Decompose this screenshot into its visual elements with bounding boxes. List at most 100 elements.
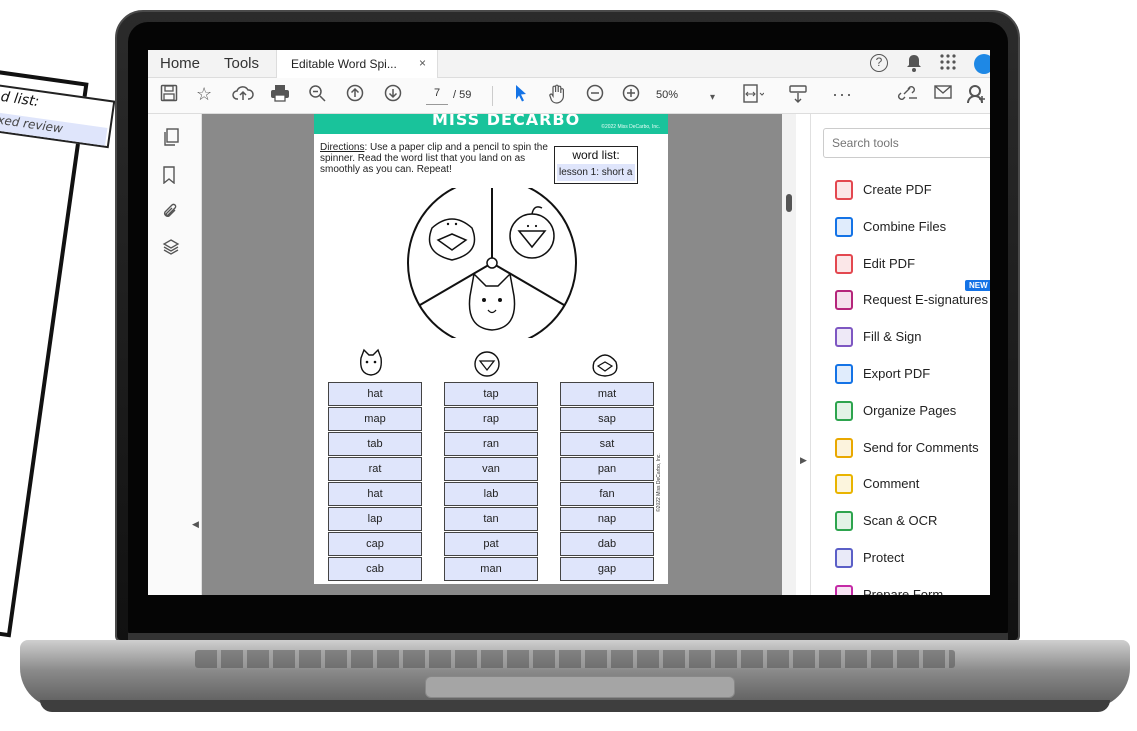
help-icon[interactable]: ? (870, 54, 888, 72)
word-cell[interactable]: rap (444, 407, 538, 431)
scrollbar-thumb[interactable] (786, 194, 792, 212)
tool-label: Combine Files (863, 218, 947, 234)
print-icon[interactable] (270, 84, 290, 106)
tool-export-pdf[interactable]: Export PDF (823, 360, 990, 388)
bell-icon[interactable] (906, 54, 922, 76)
word-cell[interactable]: man (444, 557, 538, 581)
apps-grid-icon[interactable] (940, 54, 956, 74)
word-column-cat: hat map tab rat hat lap cap cab (328, 382, 422, 582)
page-thumbnails-icon[interactable] (162, 128, 180, 151)
word-cell[interactable]: gap (560, 557, 654, 581)
word-cell[interactable]: mat (560, 382, 654, 406)
word-cell[interactable]: van (444, 457, 538, 481)
tool-scan-ocr[interactable]: Scan & OCR (823, 507, 990, 535)
share-link-icon[interactable] (896, 84, 918, 106)
combine-files-icon (835, 216, 853, 237)
tool-edit-pdf[interactable]: Edit PDF (823, 250, 990, 278)
tool-comment[interactable]: Comment (823, 470, 990, 498)
background-worksheet: d list: xed review (0, 62, 116, 638)
previous-page-icon[interactable] (346, 84, 364, 106)
close-tab-icon[interactable]: × (419, 56, 426, 70)
create-pdf-icon (835, 180, 853, 200)
vertical-scrollbar[interactable] (782, 114, 796, 595)
send-comments-icon (835, 437, 853, 458)
zoom-search-icon[interactable] (308, 84, 326, 106)
word-cell[interactable]: sat (560, 432, 654, 456)
word-cell[interactable]: pat (444, 532, 538, 556)
zoom-chevron-down-icon[interactable]: ▾ (710, 88, 715, 108)
tool-fill-sign[interactable]: Fill & Sign (823, 323, 990, 351)
tool-label: Export PDF (863, 366, 931, 381)
word-cell[interactable]: sap (560, 407, 654, 431)
tool-prepare-form[interactable]: Prepare Form (823, 581, 990, 595)
word-cell[interactable]: hat (328, 382, 422, 406)
tool-protect[interactable]: Protect (823, 544, 990, 572)
star-icon[interactable]: ☆ (196, 84, 212, 104)
attachment-icon[interactable] (162, 202, 178, 225)
brand-name: MISS DECARBO (432, 114, 581, 129)
tool-request-e-signatures[interactable]: Request E-signatures NEW (823, 280, 990, 314)
word-cell[interactable]: cab (328, 557, 422, 581)
word-cell[interactable]: hat (328, 482, 422, 506)
tool-organize-pages[interactable]: Organize Pages (823, 397, 990, 425)
page-number-input[interactable]: 7 (426, 87, 448, 105)
word-cell[interactable]: dab (560, 532, 654, 556)
word-cell[interactable]: tan (444, 507, 538, 531)
hand-tool-icon[interactable] (548, 84, 566, 108)
page-fit-icon[interactable] (742, 84, 765, 108)
word-cell[interactable]: ran (444, 432, 538, 456)
word-cell[interactable]: tab (328, 432, 422, 456)
protect-icon (835, 548, 853, 568)
document-viewport[interactable]: MISS DECARBO ©2022 Miss DeCarbo, Inc. Di… (202, 114, 782, 595)
cat-column-icon (360, 348, 382, 376)
bookmark-icon[interactable] (162, 166, 176, 189)
directions-label: Directions (320, 142, 365, 153)
word-cell[interactable]: tap (444, 382, 538, 406)
word-cell[interactable]: lab (444, 482, 538, 506)
tool-label: Comment (863, 476, 920, 492)
email-icon[interactable] (934, 84, 952, 104)
page-side-copyright: ©2022 Miss DeCarbo, Inc. (656, 453, 662, 512)
word-cell[interactable]: rat (328, 457, 422, 481)
select-cursor-icon[interactable] (514, 84, 528, 106)
more-options-icon[interactable]: ··· (832, 84, 853, 104)
word-list-value[interactable]: lesson 1: short a (557, 164, 635, 181)
word-cell[interactable]: pan (560, 457, 654, 481)
word-cell[interactable]: nap (560, 507, 654, 531)
word-list-title: word list: (572, 148, 620, 162)
directions-text: Directions: Use a paper clip and a penci… (320, 142, 548, 175)
word-cell[interactable]: map (328, 407, 422, 431)
search-tools-input[interactable] (823, 128, 990, 158)
collapse-left-icon[interactable]: ◀ (192, 519, 199, 530)
menu-home[interactable]: Home (160, 55, 200, 72)
app-screen: Home Tools Editable Word Spi... × ? ☆ 7 … (148, 50, 990, 595)
word-cell[interactable]: fan (560, 482, 654, 506)
menu-tools[interactable]: Tools (224, 55, 259, 72)
pdf-page: MISS DECARBO ©2022 Miss DeCarbo, Inc. Di… (314, 114, 668, 584)
zoom-out-icon[interactable] (586, 84, 604, 106)
next-page-icon[interactable] (384, 84, 402, 106)
profile-avatar[interactable] (974, 54, 990, 74)
document-toolbar: ☆ 7 / 59 50% ▾ ··· (148, 78, 990, 114)
zoom-in-icon[interactable] (622, 84, 640, 106)
document-tab[interactable]: Editable Word Spi... × (276, 50, 438, 78)
word-cell[interactable]: cap (328, 532, 422, 556)
tool-send-for-comments[interactable]: Send for Comments (823, 434, 990, 462)
top-menu-bar: Home Tools Editable Word Spi... × ? (148, 50, 990, 78)
prepare-form-icon (835, 584, 853, 595)
scroll-mode-icon[interactable] (788, 84, 808, 108)
laptop-lip (40, 700, 1110, 712)
word-column-duck: tap rap ran van lab tan pat man (444, 382, 538, 582)
upload-cloud-icon[interactable] (232, 84, 254, 106)
tool-combine-files[interactable]: Combine Files (823, 213, 990, 241)
add-user-icon[interactable] (966, 84, 986, 108)
fill-sign-icon (835, 327, 853, 348)
save-icon[interactable] (160, 84, 178, 106)
expand-right-icon[interactable]: ▶ (800, 455, 807, 466)
tool-create-pdf[interactable]: Create PDF (823, 176, 990, 204)
tool-label: Create PDF (863, 182, 932, 197)
word-cell[interactable]: lap (328, 507, 422, 531)
layers-icon[interactable] (162, 238, 180, 261)
zoom-level-dropdown[interactable]: 50% (656, 89, 678, 101)
tool-label: Edit PDF (863, 255, 916, 271)
